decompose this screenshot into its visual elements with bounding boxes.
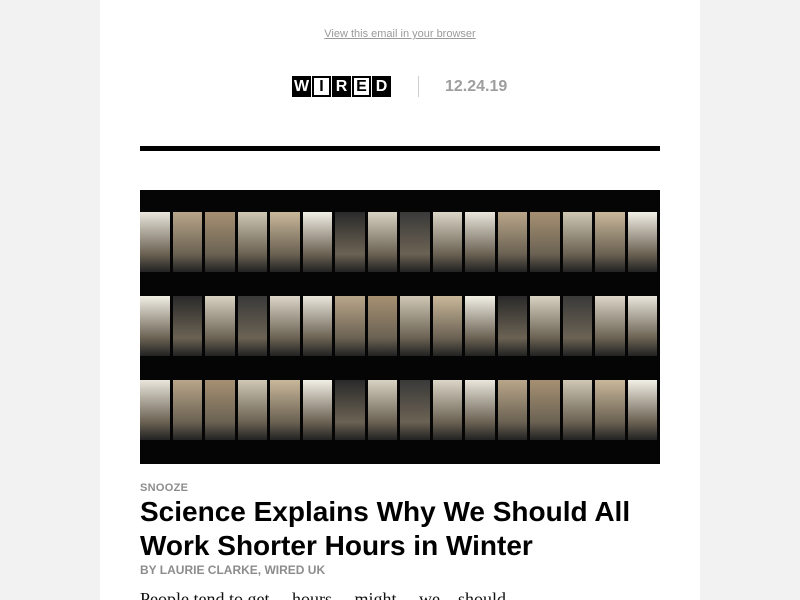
article-headline[interactable]: Science Explains Why We Should All Work … (140, 495, 660, 563)
hero-image[interactable] (140, 190, 660, 464)
window (302, 380, 332, 440)
window (140, 212, 170, 272)
article-kicker[interactable]: SNOOZE (140, 482, 188, 494)
window (562, 212, 592, 272)
window (205, 296, 235, 356)
window (270, 296, 300, 356)
wired-logo[interactable]: W I R E D (292, 76, 391, 97)
window (140, 380, 170, 440)
window (465, 296, 495, 356)
window (530, 296, 560, 356)
window (172, 380, 202, 440)
window (627, 296, 657, 356)
window (367, 212, 397, 272)
logo-letter-e: E (352, 76, 371, 97)
window-row (140, 380, 660, 440)
window (205, 212, 235, 272)
window (465, 212, 495, 272)
logo-letter-r: R (332, 76, 351, 97)
window (302, 296, 332, 356)
window (172, 212, 202, 272)
window (562, 296, 592, 356)
article-body-start: People tend to get… hours …might… we…sho… (140, 591, 660, 600)
window (367, 380, 397, 440)
window (270, 380, 300, 440)
window (335, 212, 365, 272)
window (465, 380, 495, 440)
issue-date: 12.24.19 (445, 78, 508, 95)
window-row (140, 212, 660, 272)
window (367, 296, 397, 356)
window (140, 296, 170, 356)
window (237, 212, 267, 272)
window (595, 212, 625, 272)
window (205, 380, 235, 440)
window (432, 212, 462, 272)
window (400, 380, 430, 440)
header-rule (140, 146, 660, 151)
window (400, 296, 430, 356)
window (595, 296, 625, 356)
window (497, 212, 527, 272)
article-byline: BY LAURIE CLARKE, WIRED UK (140, 563, 326, 577)
window (237, 296, 267, 356)
window-row (140, 296, 660, 356)
window (497, 296, 527, 356)
window (270, 212, 300, 272)
view-in-browser-link[interactable]: View this email in your browser (100, 28, 700, 40)
email-body: View this email in your browser W I R E … (100, 0, 700, 600)
window (595, 380, 625, 440)
window (432, 296, 462, 356)
window (562, 380, 592, 440)
window (497, 380, 527, 440)
window (335, 380, 365, 440)
window (627, 212, 657, 272)
logo-letter-w: W (292, 76, 311, 97)
window (530, 212, 560, 272)
logo-divider (418, 76, 419, 97)
window (530, 380, 560, 440)
logo-letter-i: I (312, 76, 331, 97)
window (172, 296, 202, 356)
window (237, 380, 267, 440)
window (335, 296, 365, 356)
logo-letter-d: D (372, 76, 391, 97)
window (432, 380, 462, 440)
window (627, 380, 657, 440)
window (400, 212, 430, 272)
window (302, 212, 332, 272)
